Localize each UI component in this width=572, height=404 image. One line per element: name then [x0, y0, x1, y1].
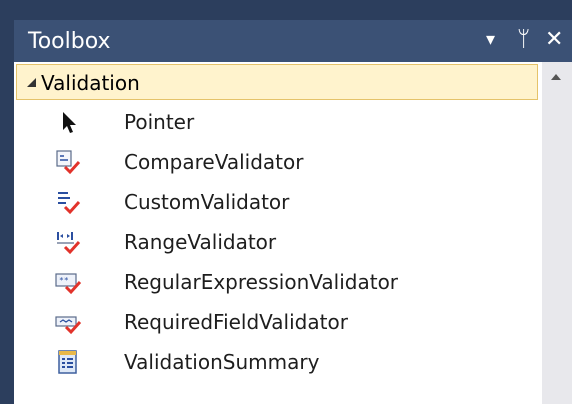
toolbox-item-customvalidator[interactable]: CustomValidator: [54, 182, 534, 222]
toolbox-item-comparevalidator[interactable]: CompareValidator: [54, 142, 534, 182]
pin-button[interactable]: ᛘ: [517, 28, 530, 52]
window-title: Toolbox: [28, 29, 111, 54]
category-label: Validation: [41, 71, 140, 95]
toolbox-window: Toolbox ▾ ᛘ ✕ Validation Pointer Compare…: [0, 0, 572, 404]
toolbox-item-requiredfieldvalidator[interactable]: RequiredFieldValidator: [54, 302, 534, 342]
toolbox-panel: Validation Pointer CompareValidator Cust…: [14, 62, 572, 404]
item-label: ValidationSummary: [124, 350, 320, 374]
item-label: RangeValidator: [124, 230, 277, 254]
range-validator-icon: [57, 232, 81, 255]
category-header-validation[interactable]: Validation: [16, 64, 538, 100]
custom-validator-icon: [58, 192, 81, 215]
dropdown-button[interactable]: ▾: [486, 28, 495, 52]
close-button[interactable]: ✕: [545, 28, 563, 52]
toolbox-titlebar: Toolbox ▾ ᛘ ✕: [14, 20, 572, 62]
svg-text:**: **: [59, 276, 69, 285]
scroll-up-arrow-icon[interactable]: [551, 74, 561, 80]
toolbox-item-pointer[interactable]: Pointer: [54, 102, 534, 142]
toolbox-item-regularexpressionvalidator[interactable]: ** RegularExpressionValidator: [54, 262, 534, 302]
regex-validator-icon: **: [55, 273, 82, 295]
collapse-triangle-icon: [27, 78, 36, 87]
item-label: CustomValidator: [124, 190, 290, 214]
item-label: RegularExpressionValidator: [124, 270, 399, 294]
compare-validator-icon: [56, 150, 81, 175]
item-label: CompareValidator: [124, 150, 304, 174]
required-field-validator-icon: [55, 316, 82, 335]
validation-summary-icon: [58, 350, 77, 374]
item-label: Pointer: [124, 110, 195, 134]
toolbox-item-rangevalidator[interactable]: RangeValidator: [54, 222, 534, 262]
item-label: RequiredFieldValidator: [124, 310, 348, 334]
pointer-icon: [63, 112, 76, 133]
toolbox-item-validationsummary[interactable]: ValidationSummary: [54, 342, 534, 382]
vertical-scrollbar[interactable]: [542, 62, 572, 404]
